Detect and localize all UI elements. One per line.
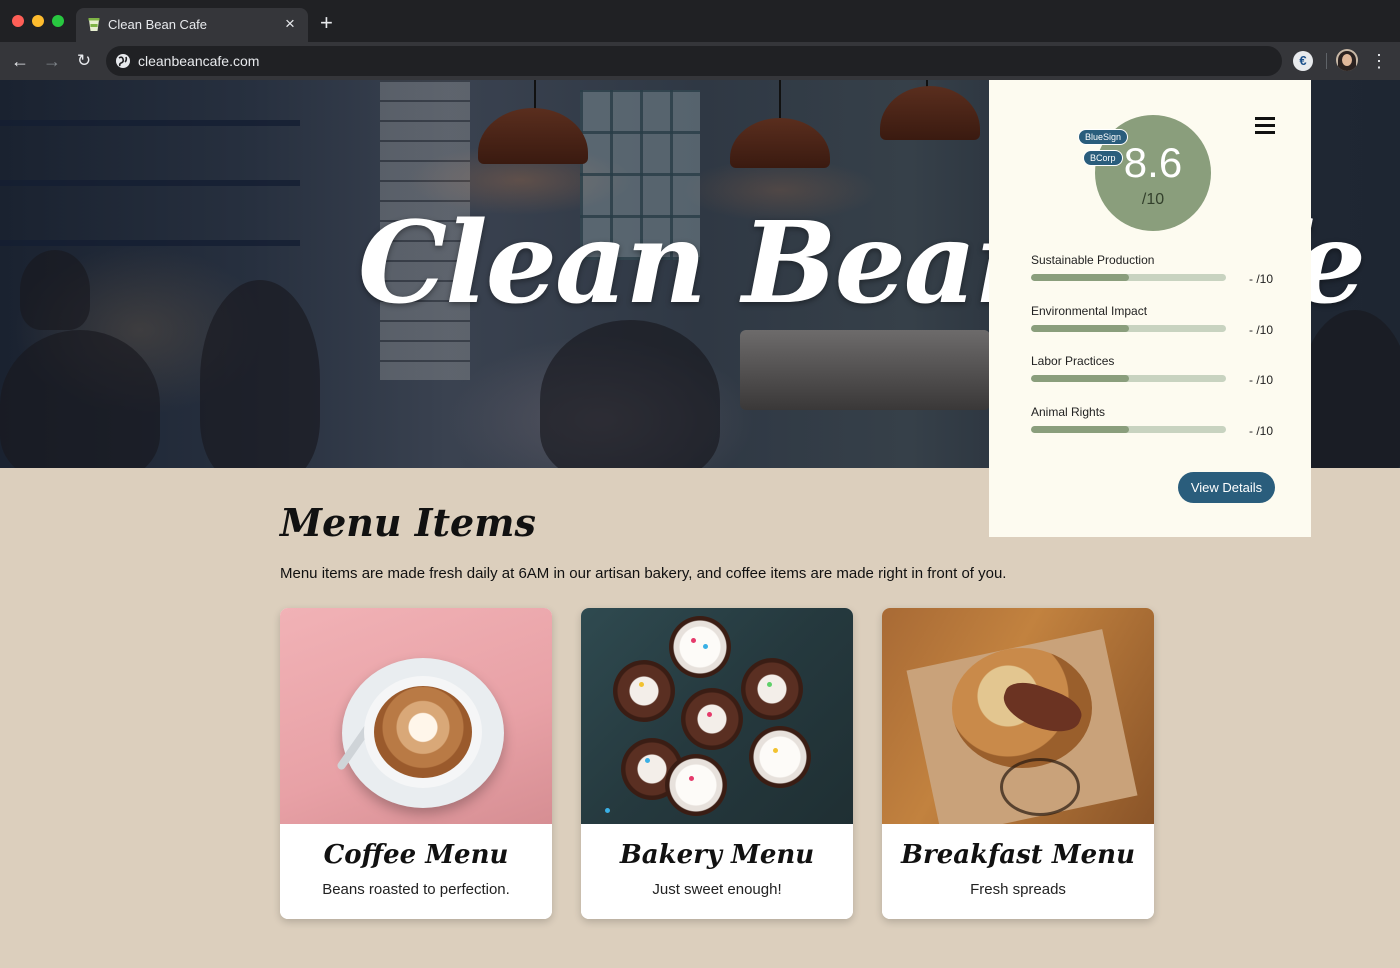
- metric-label: Environmental Impact: [1031, 304, 1148, 318]
- metric-environmental-impact: Environmental Impact - /10: [1031, 304, 1281, 344]
- card-title: Coffee Menu: [323, 840, 509, 870]
- card-subtitle: Fresh spreads: [970, 881, 1066, 898]
- profile-avatar[interactable]: [1336, 49, 1358, 71]
- toolbar-divider: [1326, 53, 1327, 69]
- extension-icon[interactable]: €: [1293, 51, 1313, 71]
- metric-score: - /10: [1249, 424, 1274, 438]
- browser-titlebar: Clean Bean Cafe × +: [0, 0, 1400, 42]
- coffee-cup-icon: [88, 18, 100, 31]
- back-arrow-icon[interactable]: ←: [8, 49, 32, 73]
- hamburger-menu-icon[interactable]: [1255, 117, 1275, 135]
- menu-intro-text: Menu items are made fresh daily at 6AM i…: [280, 565, 1007, 582]
- metric-bar: [1031, 426, 1226, 433]
- browser-toolbar: ← → ↻ cleanbeancafe.com € ⋮: [0, 42, 1400, 80]
- metric-label: Sustainable Production: [1031, 253, 1155, 267]
- metric-score: - /10: [1249, 272, 1274, 286]
- score-denominator: /10: [1141, 191, 1165, 208]
- card-title: Bakery Menu: [619, 840, 815, 870]
- bcorp-badge[interactable]: BCorp: [1083, 150, 1123, 166]
- menu-heading: Menu Items: [280, 500, 536, 545]
- tab-close-icon[interactable]: ×: [280, 14, 300, 34]
- metric-animal-rights: Animal Rights - /10: [1031, 405, 1281, 445]
- coffee-menu-card[interactable]: Coffee Menu Beans roasted to perfection.: [280, 608, 552, 919]
- metric-label: Animal Rights: [1031, 405, 1106, 419]
- browser-menu-icon[interactable]: ⋮: [1370, 51, 1388, 71]
- card-subtitle: Just sweet enough!: [652, 881, 782, 898]
- metric-bar: [1031, 325, 1226, 332]
- forward-arrow-icon[interactable]: →: [40, 49, 64, 73]
- bluesign-badge[interactable]: BlueSign: [1078, 129, 1129, 145]
- bagel-sandwich-image: [882, 608, 1154, 824]
- metric-score: - /10: [1249, 373, 1274, 387]
- card-subtitle: Beans roasted to perfection.: [322, 881, 510, 898]
- metric-label: Labor Practices: [1031, 354, 1115, 368]
- view-details-button[interactable]: View Details: [1178, 472, 1275, 503]
- address-bar[interactable]: cleanbeancafe.com: [106, 46, 1282, 76]
- globe-icon: [116, 54, 130, 68]
- sustainability-rating-panel: 8.6 /10 BlueSign BCorp Sustainable Produ…: [989, 80, 1311, 537]
- browser-tab[interactable]: Clean Bean Cafe ×: [76, 8, 308, 42]
- reload-icon[interactable]: ↻: [72, 49, 96, 73]
- close-window-button[interactable]: [12, 15, 24, 27]
- card-title: Breakfast Menu: [901, 840, 1135, 870]
- latte-art-image: [280, 608, 552, 824]
- metric-bar: [1031, 375, 1226, 382]
- maximize-window-button[interactable]: [52, 15, 64, 27]
- metric-labor-practices: Labor Practices - /10: [1031, 354, 1281, 394]
- metric-bar: [1031, 274, 1226, 281]
- cupcakes-image: [581, 608, 853, 824]
- new-tab-button[interactable]: +: [320, 12, 333, 34]
- tab-title: Clean Bean Cafe: [108, 17, 208, 32]
- metric-sustainable-production: Sustainable Production - /10: [1031, 253, 1281, 293]
- url-text: cleanbeancafe.com: [138, 53, 260, 69]
- minimize-window-button[interactable]: [32, 15, 44, 27]
- metric-score: - /10: [1249, 323, 1274, 337]
- bakery-menu-card[interactable]: Bakery Menu Just sweet enough!: [581, 608, 853, 919]
- breakfast-menu-card[interactable]: Breakfast Menu Fresh spreads: [882, 608, 1154, 919]
